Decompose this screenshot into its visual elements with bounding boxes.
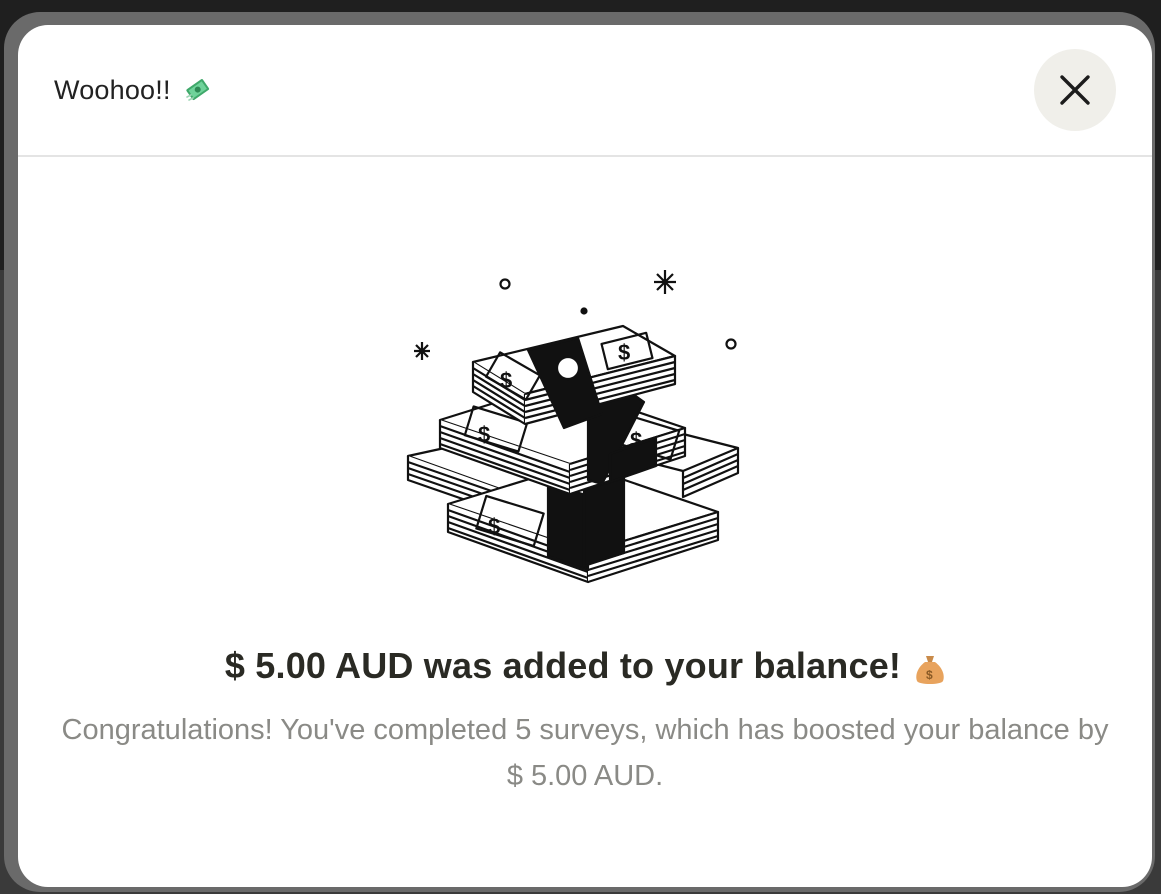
svg-text:$: $ <box>500 368 512 393</box>
cash-stacks-illustration: $ $ $ $ $ <box>406 270 740 584</box>
close-icon <box>1060 75 1090 105</box>
close-button[interactable] <box>1034 49 1116 131</box>
modal-body: $ $ $ $ $ $ 5.00 AUD was added to your b… <box>18 157 1152 885</box>
svg-text:$: $ <box>478 422 490 447</box>
reward-headline: $ 5.00 AUD was added to your balance! <box>224 645 902 686</box>
svg-text:$: $ <box>926 668 933 682</box>
money-bag-icon: $ <box>915 652 945 686</box>
svg-text:$: $ <box>488 514 500 539</box>
svg-text:$: $ <box>618 340 630 365</box>
headline-row: $ 5.00 AUD was added to your balance! $ <box>18 645 1152 687</box>
reward-description: Congratulations! You've completed 5 surv… <box>61 714 1109 792</box>
modal-header: Woohoo!! <box>18 25 1152 157</box>
money-with-wings-icon <box>183 75 213 105</box>
modal-title-group: Woohoo!! <box>54 75 213 106</box>
reward-modal: Woohoo!! $ $ $ $ $ $ 5.00 AUD was added … <box>18 25 1152 887</box>
modal-title: Woohoo!! <box>54 74 171 105</box>
